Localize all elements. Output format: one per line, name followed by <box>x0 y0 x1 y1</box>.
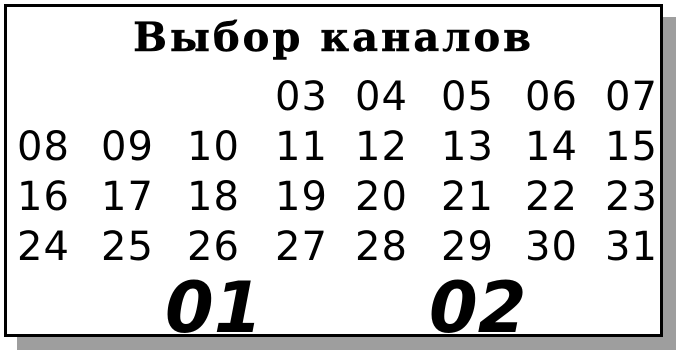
channel-cell[interactable]: 17 <box>101 173 181 221</box>
selected-channel-2[interactable]: 02 <box>429 273 526 343</box>
channel-cell[interactable]: 20 <box>355 173 435 221</box>
channel-cell[interactable]: 15 <box>605 123 679 171</box>
channel-cell[interactable]: 18 <box>187 173 267 221</box>
channel-cell[interactable]: 22 <box>525 173 605 221</box>
channel-cell[interactable]: 11 <box>275 123 355 171</box>
channel-cell[interactable]: 05 <box>441 73 521 121</box>
channel-cell[interactable]: 07 <box>605 73 679 121</box>
channel-cell[interactable]: 09 <box>101 123 181 171</box>
channel-cell[interactable]: 03 <box>275 73 355 121</box>
channel-row: 08 09 10 11 12 13 14 15 <box>17 123 657 173</box>
selected-channel-1[interactable]: 01 <box>165 273 262 343</box>
channel-row: 03 04 05 06 07 <box>17 73 657 123</box>
channel-cell[interactable]: 08 <box>17 123 97 171</box>
channel-cell[interactable]: 30 <box>525 223 605 271</box>
channel-cell[interactable]: 27 <box>275 223 355 271</box>
channel-cell[interactable]: 14 <box>525 123 605 171</box>
channel-cell[interactable]: 29 <box>441 223 521 271</box>
channel-cell[interactable]: 16 <box>17 173 97 221</box>
channel-cell[interactable]: 06 <box>525 73 605 121</box>
channel-row: 24 25 26 27 28 29 30 31 <box>17 223 657 273</box>
channel-cell[interactable]: 25 <box>101 223 181 271</box>
channel-cell[interactable]: 26 <box>187 223 267 271</box>
channel-cell[interactable]: 19 <box>275 173 355 221</box>
channel-cell[interactable]: 10 <box>187 123 267 171</box>
channel-cell[interactable]: 04 <box>355 73 435 121</box>
screen-title: Выбор каналов <box>133 14 534 61</box>
channel-grid: 03 04 05 06 07 08 09 10 11 12 13 14 15 1… <box>17 73 657 273</box>
channel-select-screen: Выбор каналов 03 04 05 06 07 08 09 10 11… <box>4 4 663 343</box>
channel-row: 16 17 18 19 20 21 22 23 <box>17 173 657 223</box>
channel-cell[interactable]: 23 <box>605 173 679 221</box>
channel-cell[interactable]: 21 <box>441 173 521 221</box>
channel-cell[interactable]: 24 <box>17 223 97 271</box>
channel-cell[interactable]: 12 <box>355 123 435 171</box>
channel-cell[interactable]: 13 <box>441 123 521 171</box>
channel-cell[interactable]: 28 <box>355 223 435 271</box>
channel-cell[interactable]: 31 <box>605 223 679 271</box>
